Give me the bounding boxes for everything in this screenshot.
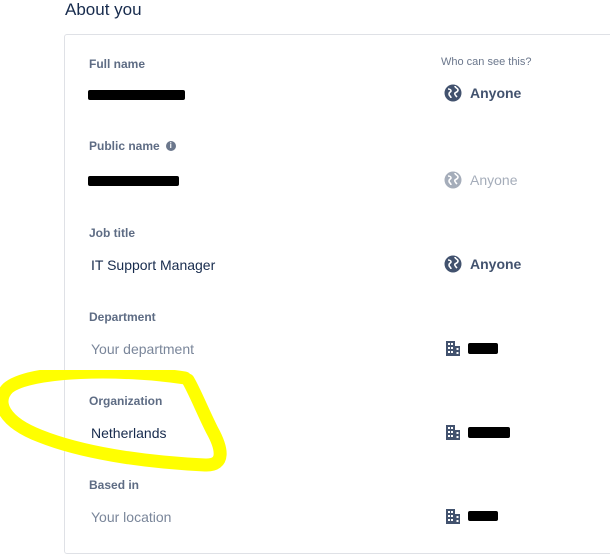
globe-icon: [444, 84, 462, 102]
full-name-label: Full name: [89, 57, 145, 71]
department-visibility[interactable]: [444, 339, 498, 357]
job-title-visibility-label: Anyone: [470, 256, 522, 272]
building-icon: [444, 423, 462, 441]
building-icon: [444, 507, 462, 525]
job-title-label: Job title: [89, 226, 135, 240]
building-icon: [444, 339, 462, 357]
based-in-visibility[interactable]: [444, 507, 498, 525]
full-name-value-redacted[interactable]: [88, 90, 185, 100]
full-name-visibility-label: Anyone: [470, 85, 522, 101]
based-in-label: Based in: [89, 478, 139, 492]
organization-visibility[interactable]: [444, 423, 510, 441]
based-in-visibility-redacted: [468, 511, 498, 521]
full-name-label-text: Full name: [89, 57, 146, 71]
info-icon[interactable]: i: [165, 141, 176, 151]
public-name-value-redacted[interactable]: [88, 176, 179, 186]
department-value[interactable]: Your department: [91, 341, 194, 357]
section-title: About you: [65, 0, 142, 19]
public-name-visibility: Anyone: [444, 171, 517, 189]
visibility-column-header: Who can see this?: [441, 56, 532, 68]
department-label: Department: [89, 310, 156, 324]
based-in-label-text: Based in: [89, 478, 140, 492]
globe-icon: [444, 171, 462, 189]
organization-visibility-redacted: [468, 426, 510, 438]
public-name-label-text: Public name: [89, 139, 160, 153]
department-label-text: Department: [89, 310, 156, 324]
based-in-value[interactable]: Your location: [91, 509, 171, 525]
public-name-visibility-label: Anyone: [470, 172, 518, 188]
job-title-value[interactable]: IT Support Manager: [91, 257, 215, 273]
department-visibility-redacted: [468, 342, 498, 354]
job-title-visibility[interactable]: Anyone: [444, 255, 521, 273]
public-name-label: Public name i: [89, 139, 176, 153]
highlight-annotation: [0, 370, 227, 472]
globe-icon: [444, 255, 462, 273]
job-title-label-text: Job title: [89, 226, 136, 240]
full-name-visibility[interactable]: Anyone: [444, 84, 521, 102]
